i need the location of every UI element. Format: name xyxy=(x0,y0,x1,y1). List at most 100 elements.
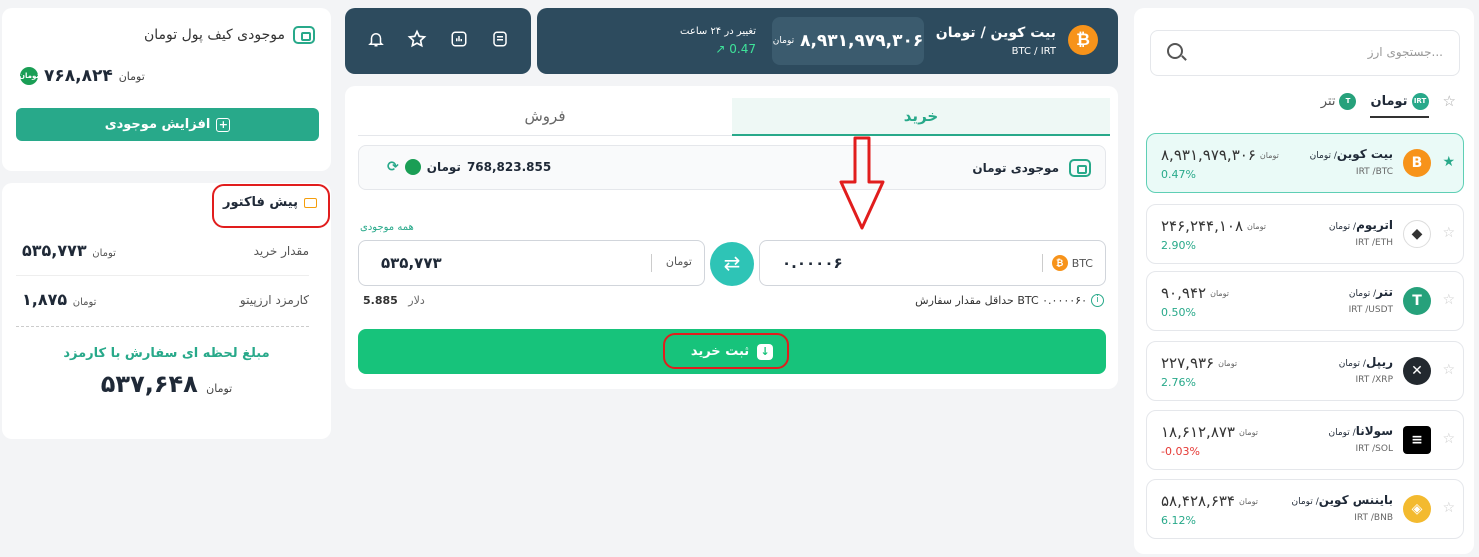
toman-balance-box: موجودی تومان ⟳ تومان 768,823.855 xyxy=(358,145,1106,190)
bnb-icon: ◈ xyxy=(1403,495,1431,523)
filter-favorites-star-icon[interactable]: ☆ xyxy=(1443,92,1456,118)
add-balance-label: افزایش موجودی xyxy=(104,117,211,132)
trade-tabs: فروش خرید xyxy=(358,98,1110,136)
buy-amount-label: مقدار خرید xyxy=(253,243,309,258)
btc-amount-input[interactable]: ۰.۰۰۰۰۶ ₿ BTC xyxy=(759,240,1106,286)
plus-icon: + xyxy=(216,117,231,132)
annotation-highlight xyxy=(212,184,330,228)
favorite-star-icon[interactable]: ☆ xyxy=(1442,292,1455,308)
market-change: 0.47% xyxy=(1161,168,1196,181)
ticker-price-box: تومان ۸,۹۳۱,۹۷۹,۳۰۶ xyxy=(772,17,924,65)
market-price: ۲۲۷,۹۳۶ تومان xyxy=(1161,354,1238,372)
ripple-icon: ✕ xyxy=(1403,357,1431,385)
buy-amount-value: ۵۳۵,۷۷۳ تومان xyxy=(22,241,116,260)
arrow-up-icon: ↗ xyxy=(715,42,726,56)
star-icon[interactable] xyxy=(405,29,429,54)
usd-value: دلار 5.885 xyxy=(363,294,425,307)
toman-amount-input[interactable]: ۵۳۵,۷۷۳ تومان xyxy=(358,240,705,286)
search-icon xyxy=(1167,43,1183,59)
market-name: اتریوم/ تومان xyxy=(1328,218,1393,232)
ticker-price-unit: تومان xyxy=(772,36,795,46)
wallet-title-text: موجودی کیف پول تومان xyxy=(143,27,285,43)
filter-toman[interactable]: تومان IRT xyxy=(1370,92,1429,118)
market-change: 2.76% xyxy=(1161,376,1196,389)
wallet-title: موجودی کیف پول تومان xyxy=(144,26,315,44)
irt-icon: IRT xyxy=(1411,92,1429,110)
field-divider xyxy=(1042,254,1043,272)
market-row[interactable]: ☆ ✕ ریپل/ تومان IRT /XRP ۲۲۷,۹۳۶ تومان 2.76% xyxy=(1146,341,1464,401)
market-price: ۱۸,۶۱۲,۸۷۳ تومان xyxy=(1161,423,1258,441)
market-price: ۵۸,۴۲۸,۶۳۴ تومان xyxy=(1161,492,1258,510)
final-amount-label: مبلغ لحظه ای سفارش با کارمزد xyxy=(63,346,270,361)
tab-buy[interactable]: خرید xyxy=(732,98,1110,136)
final-amount-value: تومان ۵۳۷,۶۴۸ xyxy=(100,370,233,398)
wallet-card: موجودی کیف پول تومان تومان ۷۶۸,۸۲۴ تومان… xyxy=(2,8,331,171)
tether-icon: T xyxy=(1403,287,1431,315)
market-price: ۹۰,۹۴۲ تومان xyxy=(1161,284,1230,302)
favorite-star-icon[interactable]: ☆ xyxy=(1442,500,1455,516)
favorite-star-icon[interactable]: ★ xyxy=(1442,154,1455,170)
btc-amount-unit: ₿ BTC xyxy=(1051,255,1093,271)
fee-row: ۱,۸۷۵ تومان کارمزد ارزپیتو xyxy=(22,290,309,309)
market-pair: IRT /XRP xyxy=(1355,375,1394,385)
bitcoin-icon: ₿ xyxy=(1068,25,1098,55)
change-24h-label: تغییر در ۲۴ ساعت xyxy=(680,26,756,37)
bell-icon[interactable] xyxy=(364,30,388,53)
market-price: ۲۴۶,۲۴۴,۱۰۸ تومان xyxy=(1161,217,1267,235)
fee-label: کارمزد ارزپیتو xyxy=(239,292,309,307)
add-balance-button[interactable]: افزایش موجودی + xyxy=(16,108,319,141)
market-change: -0.03% xyxy=(1161,445,1200,458)
market-list: جستجوی ارز... تتر T تومان IRT ☆ ★ B بیت کوین… xyxy=(1134,8,1474,554)
favorite-star-icon[interactable]: ☆ xyxy=(1442,225,1455,241)
refresh-icon[interactable]: ⟳ xyxy=(387,159,399,175)
ticker-price: ۸,۹۳۱,۹۷۹,۳۰۶ xyxy=(800,31,924,51)
info-icon: i xyxy=(1091,294,1104,307)
ethereum-icon: ◆ xyxy=(1403,220,1431,248)
wallet-balance: تومان ۷۶۸,۸۲۴ تومان xyxy=(19,66,145,86)
market-pair: IRT /ETH xyxy=(1355,238,1393,248)
market-pair: IRT /USDT xyxy=(1348,305,1393,315)
filter-tether[interactable]: تتر T xyxy=(1321,92,1357,118)
document-icon[interactable] xyxy=(488,30,512,53)
min-order-note: حداقل مقدار سفارش BTC ۰.۰۰۰۰۶۰ i xyxy=(915,294,1104,307)
market-pair: IRT /SOL xyxy=(1355,444,1393,454)
toman-amount-value: ۵۳۵,۷۷۳ xyxy=(381,254,442,272)
tab-sell[interactable]: فروش xyxy=(358,98,732,136)
favorite-star-icon[interactable]: ☆ xyxy=(1442,431,1455,447)
market-change: 2.90% xyxy=(1161,239,1196,252)
trade-panel: فروش خرید موجودی تومان ⟳ تومان 768,823.8… xyxy=(345,86,1118,389)
wallet-icon xyxy=(293,26,315,44)
market-pair: IRT /BTC xyxy=(1355,167,1393,177)
bitcoin-icon: B xyxy=(1403,149,1431,177)
market-row[interactable]: ☆ ◆ اتریوم/ تومان IRT /ETH ۲۴۶,۲۴۴,۱۰۸ تومان 2… xyxy=(1146,204,1464,264)
market-row[interactable]: ☆ ◈ بایننس کوین/ تومان IRT /BNB ۵۸,۴۲۸,۶۳۴ تو… xyxy=(1146,479,1464,539)
search-input[interactable]: جستجوی ارز... xyxy=(1150,30,1460,76)
toolbar xyxy=(345,8,531,74)
market-name: بایننس کوین/ تومان xyxy=(1291,493,1394,507)
favorite-star-icon[interactable]: ☆ xyxy=(1442,362,1455,378)
tether-icon: T xyxy=(1339,92,1357,110)
bitcoin-icon: ₿ xyxy=(1051,255,1068,271)
change-24h-value: ↗ 0.47 xyxy=(715,42,756,56)
search-placeholder: جستجوی ارز... xyxy=(1367,45,1443,59)
market-row[interactable]: ☆ ≡ سولانا/ تومان IRT /SOL ۱۸,۶۱۲,۸۷۳ تومان -0… xyxy=(1146,410,1464,470)
market-price: ۸,۹۳۱,۹۷۹,۳۰۶ تومان xyxy=(1161,146,1279,164)
annotation-highlight xyxy=(663,333,789,369)
chart-icon[interactable] xyxy=(447,30,471,53)
divider xyxy=(16,275,309,276)
market-name: تتر/ تومان xyxy=(1348,285,1393,299)
wallet-balance-value: ۷۶۸,۸۲۴ xyxy=(44,66,113,86)
toman-amount-unit: تومان xyxy=(665,255,692,268)
annotation-arrow xyxy=(839,136,885,230)
market-row[interactable]: ★ B بیت کوین/ تومان IRT /BTC ۸,۹۳۱,۹۷۹,۳۰۶ تو… xyxy=(1146,133,1464,193)
buy-amount-row: ۵۳۵,۷۷۳ تومان مقدار خرید xyxy=(22,241,309,260)
toman-coin-icon: تومان xyxy=(19,67,39,85)
market-change: 0.50% xyxy=(1161,306,1196,319)
all-balance-link[interactable]: همه موجودی xyxy=(360,222,414,233)
swap-button[interactable]: ⇄ xyxy=(710,242,754,286)
dashed-divider xyxy=(16,326,309,327)
btc-amount-value: ۰.۰۰۰۰۶ xyxy=(782,254,843,272)
market-name: سولانا/ تومان xyxy=(1328,424,1393,438)
market-name: ریپل/ تومان xyxy=(1338,355,1393,369)
market-row[interactable]: ☆ T تتر/ تومان IRT /USDT ۹۰,۹۴۲ تومان 0.50% xyxy=(1146,271,1464,331)
